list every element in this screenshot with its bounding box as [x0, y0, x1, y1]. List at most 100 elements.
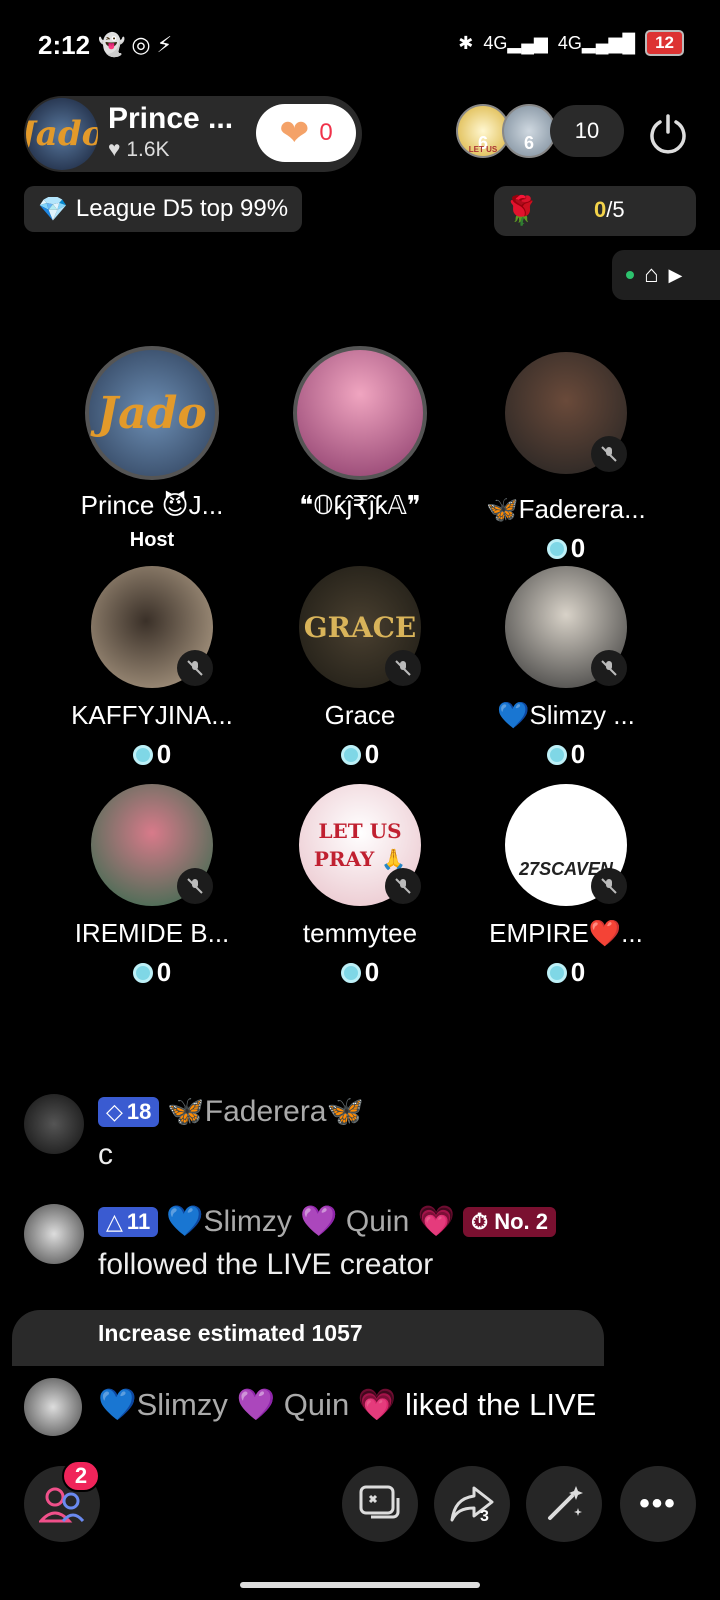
host-label: Host [129, 529, 175, 551]
seat-score: 0 [52, 739, 252, 770]
gem-icon [546, 744, 567, 765]
guests-badge: 2 [62, 1460, 100, 1492]
messenger-icon: ⚡ [156, 32, 173, 57]
chat-message[interactable]: ◇ 18 🦋Faderera🦋 c [24, 1094, 704, 1184]
seat-avatar[interactable]: LET US PRAY 🙏 [299, 784, 421, 906]
chat-avatar[interactable] [24, 1094, 84, 1154]
live-dot [626, 271, 634, 279]
seat-avatar[interactable] [293, 346, 427, 480]
league-text: League D5 top 99% [75, 195, 289, 222]
chat-avatar[interactable] [24, 1204, 84, 1264]
home-icon: ⌂ [644, 261, 659, 288]
seat-score: 0 [466, 533, 666, 564]
like-text: 💙Slimzy 💜 Quin 💗 liked the LIVE [98, 1387, 597, 1422]
rose-icon: 🌹 [504, 195, 539, 226]
seat-avatar[interactable]: GRACE [299, 566, 421, 688]
host-info[interactable]: Jado Prince ... ♥ 1.6K ❤ 0 [24, 96, 362, 172]
chat-header: △ 11 💙Slimzy 💜 Quin 💗 ⏱ No. 2 [98, 1204, 557, 1239]
chat-message[interactable]: △ 11 💙Slimzy 💜 Quin 💗 ⏱ No. 2 followed t… [24, 1204, 704, 1294]
seat-avatar[interactable]: 27SCAVEN [505, 784, 627, 906]
viewer-count[interactable]: 10 [550, 105, 624, 157]
gem-icon [546, 538, 567, 559]
seat-score: 0 [466, 957, 666, 988]
seat-9[interactable]: 27SCAVEN EMPIRE❤️... 0 [466, 784, 666, 988]
level-badge: △ 11 [98, 1206, 159, 1237]
level-badge: ◇ 18 [98, 1096, 160, 1127]
gem-icon [340, 744, 361, 765]
seat-avatar[interactable] [505, 566, 627, 688]
seat-4[interactable]: KAFFYJINA... 0 [52, 566, 252, 770]
guests-button[interactable]: 2 [24, 1460, 100, 1542]
seat-8[interactable]: LET US PRAY 🙏 temmytee 0 [260, 784, 460, 988]
rose-goal[interactable]: 🌹 0/5 [494, 186, 696, 236]
home-indicator[interactable] [240, 1582, 480, 1588]
banner-text: Increase estimated 1057 [98, 1320, 363, 1346]
rank-badge: ⏱ No. 2 [462, 1206, 557, 1237]
league-badge[interactable]: 💎 League D5 top 99% [24, 186, 303, 232]
magic-wand-icon [548, 1486, 583, 1520]
seat-7[interactable]: IREMIDE B... 0 [52, 784, 252, 988]
chat-text: c [98, 1138, 113, 1171]
seat-score: 0 [52, 957, 252, 988]
muted-mic-icon [385, 868, 421, 904]
more-icon: ••• [639, 1487, 677, 1520]
like-notification: 💙Slimzy 💜 Quin 💗 liked the LIVE [24, 1378, 596, 1436]
chat-username[interactable]: 💙Slimzy 💜 Quin 💗 [166, 1204, 455, 1239]
viewer-avatar-2[interactable]: 6 [502, 104, 556, 158]
seat-score: 0 [466, 739, 666, 770]
share-button[interactable]: 3 [434, 1466, 510, 1542]
status-time: 2:12 [38, 30, 91, 60]
diamond-icon: 💎 [38, 195, 68, 223]
seat-avatar[interactable] [91, 566, 213, 688]
chat-button[interactable] [342, 1466, 418, 1542]
host-avatar-text: Jado [26, 114, 98, 154]
rose-progress: 0/5 [594, 197, 625, 222]
chat-text: followed the LIVE creator [98, 1248, 434, 1281]
seat-score: 0 [260, 739, 460, 770]
seat-avatar[interactable]: Jado [85, 346, 219, 480]
gem-icon [132, 744, 153, 765]
seat-5[interactable]: GRACE Grace 0 [260, 566, 460, 770]
gem-icon [340, 962, 361, 983]
heart-count: 0 [319, 119, 333, 146]
seat-1[interactable]: Jado Prince 😈J... Host [52, 346, 252, 552]
seat-avatar[interactable] [505, 352, 627, 474]
signal-1: 4G▂▄▆ [483, 32, 548, 53]
chat-avatar[interactable] [24, 1378, 82, 1436]
host-avatar[interactable]: Jado [26, 98, 98, 170]
seat-name: 🦋Faderera... [486, 494, 646, 524]
seat-name: Prince 😈J... [80, 490, 224, 520]
chat-bubble-icon [359, 1485, 400, 1519]
share-count: 3 [480, 1508, 489, 1525]
seat-score: 0 [260, 957, 460, 988]
follow-heart-button[interactable]: ❤ 0 [256, 104, 356, 162]
seat-name: ❝𝕆ƙĵ₹ĵƙ𝔸❞ [299, 490, 421, 520]
signal-2: 4G▂▄▆█ [557, 32, 636, 53]
effects-button[interactable] [526, 1466, 602, 1542]
muted-mic-icon [591, 436, 627, 472]
promo-banner[interactable]: Increase estimated 1057 [12, 1310, 604, 1366]
seat-3[interactable]: 🦋Faderera... 0 [466, 352, 666, 564]
top-viewers[interactable]: LET US 6 6 10 [456, 104, 624, 158]
gem-icon [546, 962, 567, 983]
muted-mic-icon [591, 868, 627, 904]
bluetooth-icon: ✱ [458, 32, 474, 53]
chat-username[interactable]: 🦋Faderera🦋 [167, 1094, 363, 1129]
seat-avatar[interactable] [91, 784, 213, 906]
seat-2[interactable]: ❝𝕆ƙĵ₹ĵƙ𝔸❞ [260, 346, 460, 521]
more-button[interactable]: ••• [620, 1466, 696, 1542]
chat-header: ◇ 18 🦋Faderera🦋 [98, 1094, 364, 1129]
side-panel-toggle[interactable]: ⌂ ▶ [612, 250, 720, 300]
seat-name: temmytee [302, 918, 418, 948]
seat-name: EMPIRE❤️... [489, 918, 643, 948]
status-bar: 2:12 👻 ◎ ⚡ ✱ 4G▂▄▆ 4G▂▄▆█ 12 [0, 0, 720, 90]
gem-icon [132, 962, 153, 983]
muted-mic-icon [177, 868, 213, 904]
muted-mic-icon [177, 650, 213, 686]
power-icon[interactable] [646, 112, 690, 156]
seat-name: Grace [324, 700, 396, 730]
muted-mic-icon [591, 650, 627, 686]
status-right: ✱ 4G▂▄▆ 4G▂▄▆█ 12 [458, 30, 684, 56]
battery-indicator: 12 [645, 30, 684, 56]
seat-6[interactable]: 💙Slimzy ... 0 [466, 566, 666, 770]
